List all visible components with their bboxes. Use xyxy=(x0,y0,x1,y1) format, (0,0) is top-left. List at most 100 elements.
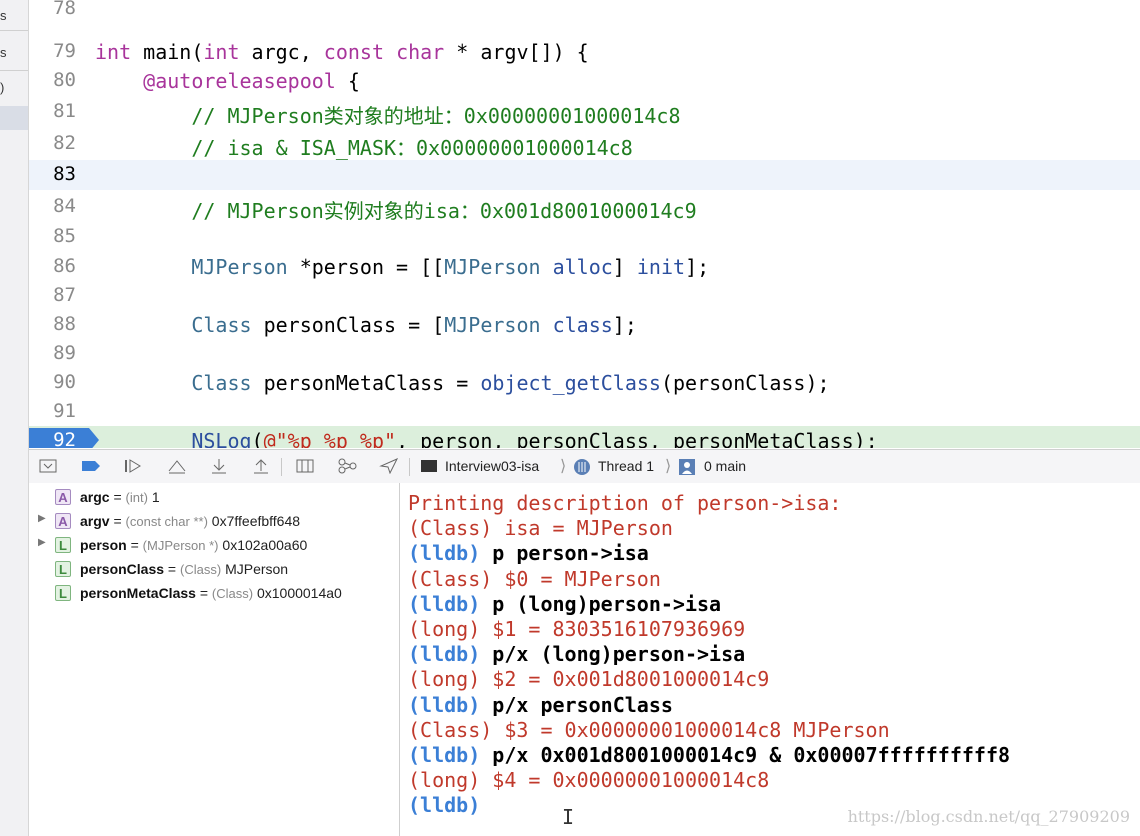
step-out-icon[interactable] xyxy=(251,458,269,474)
code-token: // isa & ISA_MASK：0x00000001000014c8 xyxy=(95,136,633,160)
variables-view: Aargc = (int) 1 ▶ Aargv = (const char **) … xyxy=(29,483,400,836)
equals-sign: = xyxy=(164,561,181,577)
simulate-location-icon[interactable] xyxy=(379,457,399,475)
code-text: Class personMetaClass = object_getClass(… xyxy=(95,371,829,395)
variable-value: 0x7ffeefbff648 xyxy=(207,513,301,529)
code-token: personMetaClass = xyxy=(251,371,481,395)
code-line[interactable]: 87 xyxy=(29,281,1140,311)
local-badge-icon: L xyxy=(55,561,71,577)
disclosure-triangle-icon[interactable]: ▶ xyxy=(38,537,46,548)
variable-summary: personMetaClass = (Class) 0x1000014a0 xyxy=(80,585,342,601)
lldb-command: p person->isa xyxy=(480,541,649,566)
code-line[interactable]: 86 MJPerson *person = [[MJPerson alloc] … xyxy=(29,252,1140,282)
console-command-line: (lldb) p person->isa xyxy=(408,541,649,565)
code-line[interactable]: 88 Class personClass = [MJPerson class]; xyxy=(29,310,1140,340)
breadcrumb-frame[interactable]: 0 main xyxy=(704,458,746,474)
code-token: int xyxy=(203,40,240,64)
code-token: main( xyxy=(131,40,204,64)
code-token: // MJPerson实例对象的isa：0x001d8001000014c9 xyxy=(95,199,697,223)
lldb-command: p/x (long)person->isa xyxy=(480,642,746,667)
breakpoint-toggle-icon[interactable] xyxy=(81,458,100,474)
code-line[interactable]: 85 xyxy=(29,222,1140,252)
console-output-line: (Class) $3 = 0x00000001000014c8 MJPerson xyxy=(408,717,890,742)
chevron-right-icon: ⟩ xyxy=(560,458,567,475)
memory-graph-icon[interactable] xyxy=(337,458,357,474)
line-number: 85 xyxy=(53,225,76,247)
debug-toolbar: Interview03-isa ⟩ Thread 1 ⟩ 0 main xyxy=(29,449,1140,484)
variable-row[interactable]: Aargc = (int) 1 xyxy=(29,486,399,510)
divider xyxy=(0,70,28,71)
variable-row[interactable]: LpersonMetaClass = (Class) 0x1000014a0 xyxy=(29,582,399,606)
line-number: 82 xyxy=(53,132,76,154)
variable-value: 1 xyxy=(147,489,160,505)
equals-sign: = xyxy=(195,585,212,601)
console-command-line: (lldb) p (long)person->isa xyxy=(408,592,721,616)
code-token: object_getClass xyxy=(480,371,661,395)
code-token: ]; xyxy=(612,313,637,337)
breadcrumb-thread[interactable]: Thread 1 xyxy=(598,458,654,474)
code-token: @autoreleasepool xyxy=(143,69,336,93)
code-line[interactable]: 82 // isa & ISA_MASK：0x00000001000014c8 xyxy=(29,129,1140,160)
code-line[interactable]: 81 // MJPerson类对象的地址：0x00000001000014c8 xyxy=(29,97,1140,128)
variable-row[interactable]: ▶ Aargv = (const char **) 0x7ffeefbff648 xyxy=(29,510,399,534)
variable-type: (const char **) xyxy=(125,514,208,529)
code-text: @autoreleasepool { xyxy=(95,69,360,93)
argument-badge-icon: A xyxy=(55,513,71,529)
variable-name: personClass xyxy=(80,561,165,577)
code-token: *person = [[ xyxy=(287,255,445,279)
line-number: 89 xyxy=(53,342,76,364)
lldb-prompt: (lldb) xyxy=(408,793,481,818)
continue-icon[interactable] xyxy=(123,458,141,474)
lldb-command: p/x personClass xyxy=(480,692,673,717)
code-text: MJPerson *person = [[MJPerson alloc] ini… xyxy=(95,255,709,279)
console-output-line: (long) $2 = 0x001d8001000014c9 xyxy=(408,667,770,692)
navigator-sidebar: s s ) xyxy=(0,0,29,836)
variable-row[interactable]: ▶ Lperson = (MJPerson *) 0x102a00a60 xyxy=(29,534,399,558)
lldb-command: p (long)person->isa xyxy=(480,591,722,616)
breadcrumb-target[interactable]: Interview03-isa xyxy=(445,458,539,474)
equals-sign: = xyxy=(126,537,143,553)
code-token: ( xyxy=(251,429,264,448)
code-line[interactable]: 84 // MJPerson实例对象的isa：0x001d8001000014c… xyxy=(29,192,1140,223)
variable-summary: argc = (int) 1 xyxy=(80,489,160,505)
line-number: 88 xyxy=(53,313,76,335)
code-token: argc, xyxy=(239,40,324,64)
variable-type: (Class) xyxy=(211,586,254,601)
code-line[interactable]: 89 xyxy=(29,339,1140,369)
code-token: class xyxy=(552,313,613,337)
view-hierarchy-icon[interactable] xyxy=(295,458,314,474)
navigator-selected-row[interactable] xyxy=(0,106,28,130)
code-token: * argv[]) { xyxy=(444,40,589,64)
source-editor[interactable]: 78 79 int main(int argc, const char * argv… xyxy=(29,0,1140,448)
thread-icon xyxy=(573,458,591,475)
variable-summary: person = (MJPerson *) 0x102a00a60 xyxy=(80,537,307,553)
code-text: NSLog(@"%p %p %p", person, personClass, … xyxy=(95,429,877,448)
variable-type: (Class) xyxy=(180,562,222,577)
lldb-console[interactable]: https://blog.csdn.net/qq_27909209 I Prin… xyxy=(400,483,1140,836)
text-cursor-icon: I xyxy=(562,805,575,829)
code-line[interactable]: 90 Class personMetaClass = object_getCla… xyxy=(29,368,1140,398)
code-token: personClass = [ xyxy=(251,313,445,337)
code-line[interactable]: 79 int main(int argc, const char * argv[]… xyxy=(29,37,1140,67)
code-text: int main(int argc, const char * argv[]) … xyxy=(95,40,589,64)
console-command-line: (lldb) xyxy=(408,793,480,817)
code-line[interactable]: 83 xyxy=(29,160,1140,190)
line-number: 79 xyxy=(53,40,76,62)
code-line[interactable]: 78 xyxy=(29,0,1140,24)
code-line[interactable]: 80 @autoreleasepool { xyxy=(29,66,1140,96)
line-number: 81 xyxy=(53,100,76,122)
code-line[interactable]: 92 NSLog(@"%p %p %p", person, personClas… xyxy=(29,426,1140,448)
step-into-icon[interactable] xyxy=(209,458,227,474)
variable-name: argv xyxy=(80,513,110,529)
step-over-icon[interactable] xyxy=(167,458,186,474)
variable-value: 0x1000014a0 xyxy=(253,585,342,601)
variable-row[interactable]: LpersonClass = (Class) MJPerson xyxy=(29,558,399,582)
code-line[interactable]: 91 xyxy=(29,397,1140,427)
hide-debug-area-icon[interactable] xyxy=(39,458,57,474)
disclosure-triangle-icon[interactable]: ▶ xyxy=(38,513,46,524)
